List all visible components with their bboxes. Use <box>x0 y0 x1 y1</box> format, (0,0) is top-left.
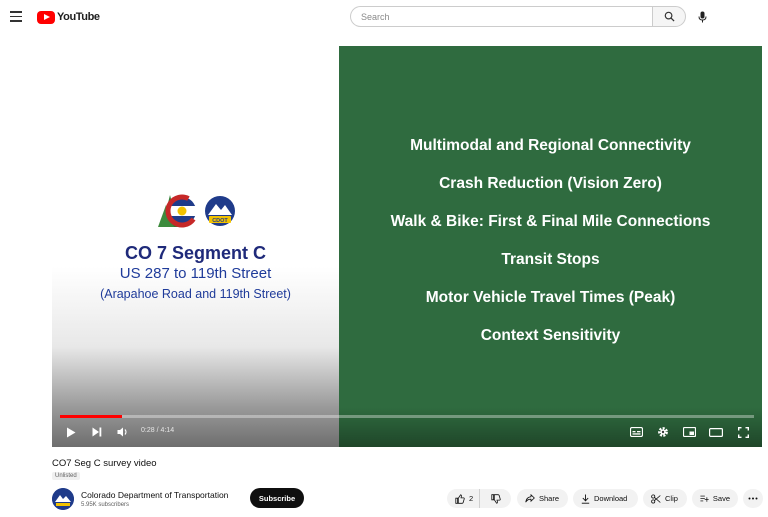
save-button[interactable]: Save <box>692 489 738 508</box>
fullscreen-icon <box>737 426 749 438</box>
more-actions-button[interactable] <box>743 489 763 508</box>
channel-name[interactable]: Colorado Department of Transportation <box>81 490 228 500</box>
slide-subtitle-secondary: (Arapahoe Road and 119th Street) <box>100 287 291 301</box>
mic-button[interactable] <box>694 9 710 25</box>
like-dislike-group: 2 <box>447 489 511 508</box>
progress-fill <box>60 415 123 418</box>
settings-icon <box>658 427 668 437</box>
theater-icon <box>709 427 723 437</box>
download-icon <box>581 494 590 504</box>
progress-bar[interactable] <box>60 415 754 418</box>
captions-button[interactable] <box>628 425 644 439</box>
save-label: Save <box>712 494 730 503</box>
mic-icon <box>698 11 706 23</box>
slide-title: CO 7 Segment C <box>124 243 267 263</box>
like-icon <box>455 493 465 504</box>
volume-button[interactable] <box>115 425 131 439</box>
share-button[interactable]: Share <box>517 489 568 508</box>
search-input[interactable] <box>350 6 652 27</box>
fullscreen-button[interactable] <box>736 425 750 439</box>
like-count: 2 <box>469 494 474 503</box>
share-icon <box>525 494 535 503</box>
dislike-icon <box>490 493 501 504</box>
top-bar: YouTube <box>0 0 768 36</box>
dislike-button[interactable] <box>480 489 511 508</box>
slide-bullet: Multimodal and Regional Connectivity <box>410 137 691 154</box>
share-label: Share <box>539 494 560 503</box>
youtube-logo[interactable]: YouTube <box>37 9 100 25</box>
like-button[interactable]: 2 <box>447 489 480 508</box>
subscriber-count: 5.95K subscribers <box>81 502 130 508</box>
miniplayer-icon <box>682 427 696 437</box>
menu-icon[interactable] <box>10 11 22 23</box>
slide-bullet: Walk & Bike: First & Final Mile Connecti… <box>390 213 711 230</box>
slide-bullet: Transit Stops <box>501 251 600 268</box>
cdot-badge-text: CDOT <box>212 218 228 224</box>
more-icon <box>748 497 758 500</box>
colorado-logos: CDOT <box>158 194 235 228</box>
next-icon <box>92 427 102 437</box>
channel-avatar[interactable] <box>52 488 74 510</box>
save-icon <box>700 495 709 502</box>
cdot-logo-icon <box>52 488 74 510</box>
subscribe-button[interactable]: Subscribe <box>250 488 304 508</box>
settings-button[interactable] <box>655 425 671 439</box>
video-player[interactable]: CDOT CO 7 Segment C US 287 to 119th Stre… <box>52 46 762 447</box>
logo-text: YouTube <box>57 11 100 23</box>
play-icon <box>67 427 76 437</box>
time-display: 0:28 / 4:14 <box>141 427 175 434</box>
download-button[interactable]: Download <box>573 489 638 508</box>
slide-bullet: Crash Reduction (Vision Zero) <box>439 175 662 192</box>
slide-subtitle: US 287 to 119th Street <box>119 265 272 282</box>
clip-button[interactable]: Clip <box>643 489 687 508</box>
slide-bullet-list: Multimodal and Regional Connectivity Cra… <box>339 136 762 364</box>
play-button[interactable] <box>64 425 78 439</box>
slide-bullet: Context Sensitivity <box>480 327 621 344</box>
clip-icon <box>651 493 661 504</box>
miniplayer-button[interactable] <box>681 425 697 439</box>
download-label: Download <box>594 494 628 503</box>
clip-label: Clip <box>665 494 678 503</box>
volume-icon <box>117 427 127 437</box>
theater-mode-button[interactable] <box>708 425 724 439</box>
youtube-logo-icon <box>37 10 55 24</box>
search-button[interactable] <box>652 6 686 27</box>
visibility-badge: Unlisted <box>52 472 80 480</box>
next-button[interactable] <box>90 425 104 439</box>
slide-left-panel: CDOT CO 7 Segment C US 287 to 119th Stre… <box>52 46 339 447</box>
search-icon <box>664 11 675 22</box>
player-controls: 0:28 / 4:14 <box>52 415 762 447</box>
captions-icon <box>629 427 643 437</box>
video-title: CO7 Seg C survey video <box>52 458 157 469</box>
slide-bullet: Motor Vehicle Travel Times (Peak) <box>425 289 676 306</box>
